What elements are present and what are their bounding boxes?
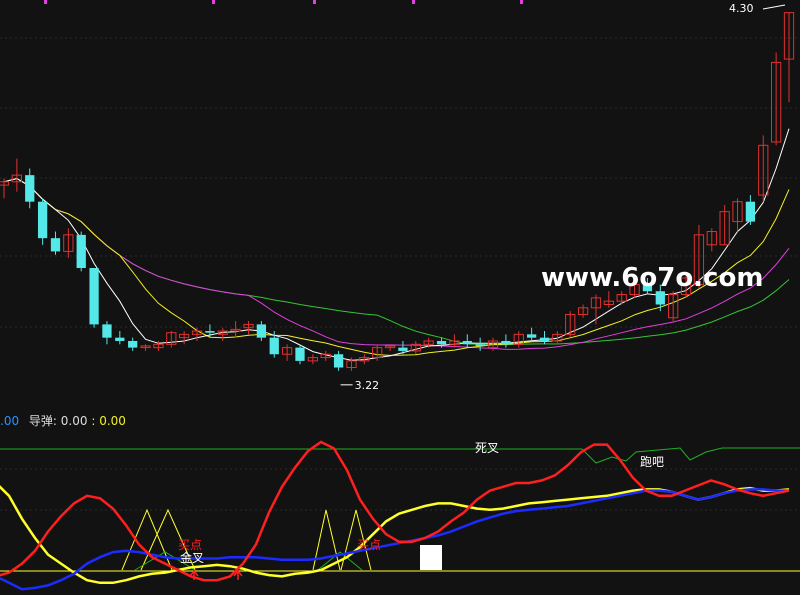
candle-down <box>745 195 756 225</box>
high-label: 4.30 <box>729 2 754 15</box>
candle-up <box>217 327 228 341</box>
top-marker <box>412 0 415 4</box>
candle-down <box>25 168 35 209</box>
candle-body <box>526 334 537 338</box>
chart-root: 4.30 3.22 www.6o7o.com .00 导弹: 0.00 : 0.00… <box>0 0 800 595</box>
candle-up <box>0 178 10 199</box>
candle-down <box>76 231 86 272</box>
candle-down <box>256 321 267 341</box>
candle-down <box>50 231 61 255</box>
candle-up <box>783 12 795 103</box>
run-label: 跑吧 <box>640 455 664 469</box>
candle-up <box>11 158 23 192</box>
candle-down <box>128 337 138 351</box>
candle-up <box>513 331 524 348</box>
spike-yellow <box>121 508 173 571</box>
top-marker <box>313 0 316 4</box>
indicator-chart: 死叉跑吧买点金叉买点 <box>0 440 800 591</box>
price-chart: 4.30 3.22 www.6o7o.com <box>0 0 800 392</box>
candle-down <box>89 268 99 328</box>
candle-body <box>501 340 511 345</box>
candle-body <box>256 324 267 338</box>
candle-up <box>307 354 318 365</box>
legend-prefix: .00 <box>0 414 20 428</box>
upper-signal-line <box>0 447 800 464</box>
ma5-line <box>3 128 790 361</box>
candle-body <box>655 291 665 305</box>
candle-body <box>76 234 86 269</box>
indicator-yellow-line <box>0 485 790 585</box>
candle-body <box>745 201 756 222</box>
candle-up <box>732 198 743 232</box>
death-cross-label: 死叉 <box>475 441 499 455</box>
candle-down <box>295 344 305 365</box>
candle-up <box>63 228 74 259</box>
candle-up <box>590 294 602 325</box>
buy-point-label: 买点 <box>178 538 202 552</box>
candle-down <box>102 321 112 345</box>
indicator-legend: .00 导弹: 0.00 : 0.00 <box>0 412 126 429</box>
candle-up <box>552 331 563 345</box>
legend-value1: 0.00 <box>60 414 88 428</box>
ma30-line <box>3 177 790 346</box>
candle-body <box>462 340 472 345</box>
candle-down <box>115 331 125 345</box>
candle-up <box>281 344 293 361</box>
candle-body <box>89 268 99 325</box>
candle-up <box>449 334 460 348</box>
candle-down <box>37 198 48 245</box>
candle-down <box>539 331 550 345</box>
candle-up <box>410 340 421 355</box>
high-arrow <box>762 4 786 10</box>
signal-block <box>420 545 442 570</box>
candle-body <box>102 324 112 338</box>
legend-separator: : <box>91 414 96 428</box>
candle-body <box>25 175 35 202</box>
candle-body <box>128 340 138 348</box>
candle-body <box>475 344 485 346</box>
candle-body <box>398 347 408 351</box>
indicator-red-line <box>0 440 790 582</box>
buy-point-label-2: 买点 <box>357 538 381 552</box>
candle-body <box>115 337 125 341</box>
candle-up <box>616 291 627 305</box>
candle-down <box>475 337 485 351</box>
candle-up <box>668 291 679 322</box>
candle-body <box>436 340 447 345</box>
candle-body <box>295 347 305 361</box>
top-marker <box>520 0 523 4</box>
candle-up <box>179 331 190 345</box>
candle-down <box>501 334 511 348</box>
legend-name: 导弹: <box>28 414 57 428</box>
candle-up <box>758 135 769 202</box>
top-marker <box>212 0 215 4</box>
candle-body <box>205 331 215 333</box>
candle-body <box>269 337 279 355</box>
legend-value2: 0.00 <box>99 414 126 428</box>
candle-down <box>526 327 537 341</box>
low-label: 3.22 <box>355 379 380 392</box>
candle-up <box>719 205 730 246</box>
candle-up <box>166 331 177 348</box>
spike-yellow <box>312 509 341 571</box>
candle-up <box>230 321 241 338</box>
watermark: www.6o7o.com <box>541 263 763 293</box>
candle-up <box>706 228 717 252</box>
candle-up <box>140 344 151 351</box>
candle-up <box>770 52 782 146</box>
candle-body <box>539 337 550 341</box>
candle-up <box>577 304 589 318</box>
candle-body <box>333 354 344 368</box>
candle-body <box>50 238 61 252</box>
top-marker <box>44 0 47 4</box>
candle-up <box>603 291 614 308</box>
candle-down <box>462 334 472 348</box>
candle-down <box>333 350 344 371</box>
candle-up <box>243 321 254 335</box>
golden-cross-label: 金叉 <box>180 550 204 565</box>
candle-body <box>37 201 48 239</box>
